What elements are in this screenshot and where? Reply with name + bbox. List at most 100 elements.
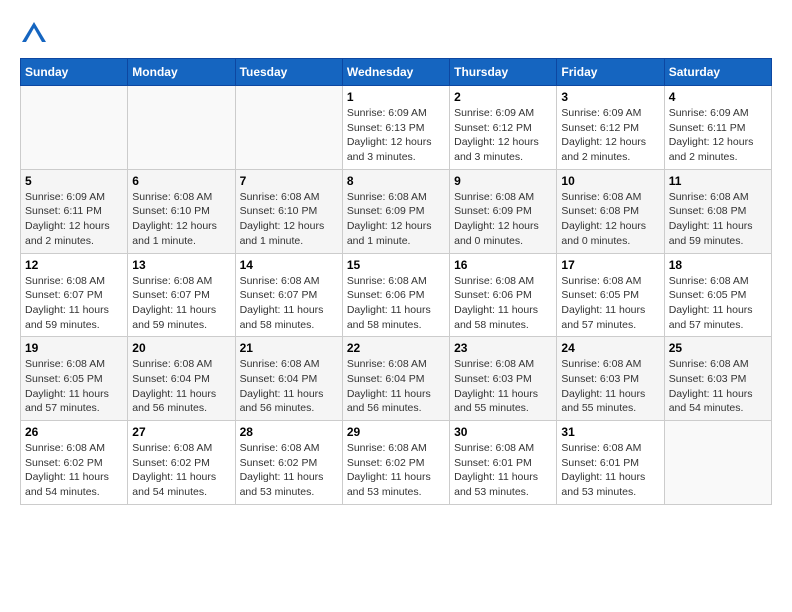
day-number: 22 xyxy=(347,341,445,355)
weekday-header: Friday xyxy=(557,59,664,86)
sunset-text: Sunset: 6:10 PM xyxy=(240,204,338,219)
day-number: 9 xyxy=(454,174,552,188)
calendar-cell: 30Sunrise: 6:08 AMSunset: 6:01 PMDayligh… xyxy=(450,421,557,505)
calendar-week-row: 5Sunrise: 6:09 AMSunset: 6:11 PMDaylight… xyxy=(21,169,772,253)
calendar-cell xyxy=(128,86,235,170)
sunrise-text: Sunrise: 6:08 AM xyxy=(240,357,338,372)
sunset-text: Sunset: 6:04 PM xyxy=(347,372,445,387)
sunset-text: Sunset: 6:02 PM xyxy=(25,456,123,471)
day-info: Sunrise: 6:08 AMSunset: 6:04 PMDaylight:… xyxy=(240,357,338,416)
sunset-text: Sunset: 6:05 PM xyxy=(25,372,123,387)
sunset-text: Sunset: 6:04 PM xyxy=(240,372,338,387)
day-info: Sunrise: 6:08 AMSunset: 6:05 PMDaylight:… xyxy=(561,274,659,333)
day-info: Sunrise: 6:08 AMSunset: 6:04 PMDaylight:… xyxy=(132,357,230,416)
day-number: 25 xyxy=(669,341,767,355)
day-number: 6 xyxy=(132,174,230,188)
sunrise-text: Sunrise: 6:08 AM xyxy=(240,274,338,289)
calendar-cell: 28Sunrise: 6:08 AMSunset: 6:02 PMDayligh… xyxy=(235,421,342,505)
sunset-text: Sunset: 6:13 PM xyxy=(347,121,445,136)
calendar-cell: 26 Sunrise: 6:08 AMSunset: 6:02 PMDayligh… xyxy=(21,421,128,505)
sunset-text: Sunset: 6:06 PM xyxy=(347,288,445,303)
sunrise-text: Sunrise: 6:08 AM xyxy=(132,190,230,205)
day-info: Sunrise: 6:08 AMSunset: 6:09 PMDaylight:… xyxy=(454,190,552,249)
sunrise-text: Sunrise: 6:08 AM xyxy=(669,357,767,372)
sunset-text: Sunset: 6:07 PM xyxy=(240,288,338,303)
daylight-text: Daylight: 11 hours and 53 minutes. xyxy=(561,470,659,499)
calendar-cell: 25Sunrise: 6:08 AMSunset: 6:03 PMDayligh… xyxy=(664,337,771,421)
weekday-header: Sunday xyxy=(21,59,128,86)
day-number: 8 xyxy=(347,174,445,188)
sunrise-text: Sunrise: 6:08 AM xyxy=(347,274,445,289)
calendar-cell: 2Sunrise: 6:09 AMSunset: 6:12 PMDaylight… xyxy=(450,86,557,170)
calendar-cell: 5Sunrise: 6:09 AMSunset: 6:11 PMDaylight… xyxy=(21,169,128,253)
sunset-text: Sunset: 6:02 PM xyxy=(240,456,338,471)
calendar-cell: 4Sunrise: 6:09 AMSunset: 6:11 PMDaylight… xyxy=(664,86,771,170)
daylight-text: Daylight: 12 hours and 1 minute. xyxy=(347,219,445,248)
daylight-text: Daylight: 12 hours and 2 minutes. xyxy=(25,219,123,248)
daylight-text: Daylight: 11 hours and 53 minutes. xyxy=(347,470,445,499)
calendar-cell: 27 Sunrise: 6:08 AMSunset: 6:02 PMDayligh… xyxy=(128,421,235,505)
calendar-cell: 13Sunrise: 6:08 AMSunset: 6:07 PMDayligh… xyxy=(128,253,235,337)
weekday-header: Saturday xyxy=(664,59,771,86)
sunset-text: Sunset: 6:09 PM xyxy=(454,204,552,219)
day-info: Sunrise: 6:09 AMSunset: 6:12 PMDaylight:… xyxy=(454,106,552,165)
day-number: 17 xyxy=(561,258,659,272)
daylight-text: Daylight: 12 hours and 1 minute. xyxy=(240,219,338,248)
calendar-week-row: 26Sunrise: 6:08 AMSunset: 6:02 PMDayligh… xyxy=(21,421,772,505)
day-number: 29 xyxy=(347,425,445,439)
day-number: 24 xyxy=(561,341,659,355)
sunrise-text: Sunrise: 6:08 AM xyxy=(132,357,230,372)
sunrise-text: Sunrise: 6:08 AM xyxy=(669,190,767,205)
daylight-text: Daylight: 12 hours and 3 minutes. xyxy=(347,135,445,164)
sunrise-text: Sunrise: 6:08 AM xyxy=(454,190,552,205)
day-info: Sunrise: 6:08 AMSunset: 6:02 PMDaylight:… xyxy=(132,441,230,500)
day-info: Sunrise: 6:08 AMSunset: 6:04 PMDaylight:… xyxy=(347,357,445,416)
calendar-cell xyxy=(235,86,342,170)
day-info: Sunrise: 6:08 AMSunset: 6:07 PMDaylight:… xyxy=(25,274,123,333)
sunrise-text: Sunrise: 6:08 AM xyxy=(25,441,123,456)
sunset-text: Sunset: 6:12 PM xyxy=(454,121,552,136)
daylight-text: Daylight: 11 hours and 54 minutes. xyxy=(132,470,230,499)
sunset-text: Sunset: 6:12 PM xyxy=(561,121,659,136)
day-number: 27 xyxy=(132,425,230,439)
calendar-cell: 19Sunrise: 6:08 AMSunset: 6:05 PMDayligh… xyxy=(21,337,128,421)
sunrise-text: Sunrise: 6:08 AM xyxy=(454,274,552,289)
day-number: 16 xyxy=(454,258,552,272)
day-number: 18 xyxy=(669,258,767,272)
day-info: Sunrise: 6:08 AMSunset: 6:03 PMDaylight:… xyxy=(454,357,552,416)
sunrise-text: Sunrise: 6:08 AM xyxy=(240,190,338,205)
sunset-text: Sunset: 6:07 PM xyxy=(132,288,230,303)
sunrise-text: Sunrise: 6:09 AM xyxy=(561,106,659,121)
day-number: 11 xyxy=(669,174,767,188)
daylight-text: Daylight: 11 hours and 53 minutes. xyxy=(454,470,552,499)
weekday-header: Thursday xyxy=(450,59,557,86)
daylight-text: Daylight: 11 hours and 56 minutes. xyxy=(132,387,230,416)
calendar-cell: 29Sunrise: 6:08 AMSunset: 6:02 PMDayligh… xyxy=(342,421,449,505)
day-info: Sunrise: 6:08 AMSunset: 6:06 PMDaylight:… xyxy=(454,274,552,333)
daylight-text: Daylight: 11 hours and 59 minutes. xyxy=(669,219,767,248)
daylight-text: Daylight: 11 hours and 55 minutes. xyxy=(454,387,552,416)
weekday-header: Wednesday xyxy=(342,59,449,86)
day-number: 26 xyxy=(25,425,123,439)
daylight-text: Daylight: 11 hours and 54 minutes. xyxy=(25,470,123,499)
sunrise-text: Sunrise: 6:08 AM xyxy=(454,357,552,372)
daylight-text: Daylight: 11 hours and 58 minutes. xyxy=(240,303,338,332)
day-info: Sunrise: 6:08 AMSunset: 6:03 PMDaylight:… xyxy=(561,357,659,416)
calendar-cell: 31Sunrise: 6:08 AMSunset: 6:01 PMDayligh… xyxy=(557,421,664,505)
sunset-text: Sunset: 6:07 PM xyxy=(25,288,123,303)
calendar-cell: 11Sunrise: 6:08 AMSunset: 6:08 PMDayligh… xyxy=(664,169,771,253)
day-number: 30 xyxy=(454,425,552,439)
sunset-text: Sunset: 6:09 PM xyxy=(347,204,445,219)
day-number: 21 xyxy=(240,341,338,355)
calendar-cell: 8Sunrise: 6:08 AMSunset: 6:09 PMDaylight… xyxy=(342,169,449,253)
calendar-week-row: 1Sunrise: 6:09 AMSunset: 6:13 PMDaylight… xyxy=(21,86,772,170)
day-number: 10 xyxy=(561,174,659,188)
day-number: 12 xyxy=(25,258,123,272)
daylight-text: Daylight: 11 hours and 53 minutes. xyxy=(240,470,338,499)
day-info: Sunrise: 6:08 AMSunset: 6:07 PMDaylight:… xyxy=(240,274,338,333)
sunrise-text: Sunrise: 6:08 AM xyxy=(25,274,123,289)
calendar-cell: 9 Sunrise: 6:08 AMSunset: 6:09 PMDaylight… xyxy=(450,169,557,253)
daylight-text: Daylight: 11 hours and 58 minutes. xyxy=(347,303,445,332)
day-info: Sunrise: 6:08 AMSunset: 6:05 PMDaylight:… xyxy=(669,274,767,333)
calendar-cell: 17 Sunrise: 6:08 AMSunset: 6:05 PMDayligh… xyxy=(557,253,664,337)
